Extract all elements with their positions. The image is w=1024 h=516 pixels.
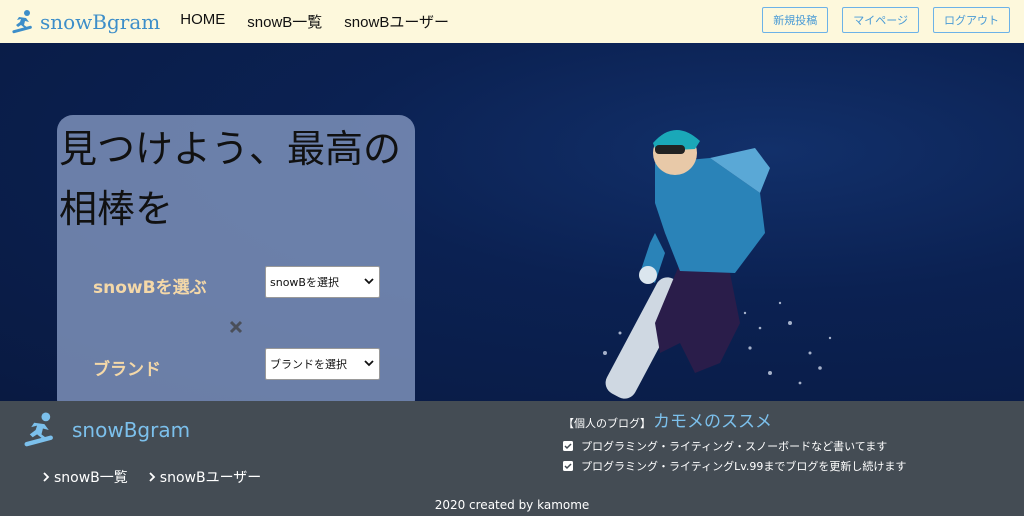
mypage-button[interactable]: マイページ	[842, 7, 919, 33]
list-item: プログラミング・ライティング・スノーボードなど書いてます	[563, 438, 906, 454]
blog-item-text: プログラミング・ライティングLv.99までブログを更新し続けます	[581, 460, 907, 473]
nav-home[interactable]: HOME	[180, 11, 225, 32]
brand-select-value: ブランドを選択	[270, 358, 347, 371]
chevron-down-icon	[364, 278, 374, 285]
check-square-icon	[563, 461, 573, 471]
footer-link-snowb-users[interactable]: snowBユーザー	[148, 467, 262, 487]
cross-icon	[229, 320, 243, 334]
brand-label: ブランド	[93, 360, 161, 380]
header: snowBgram HOME snowB一覧 snowBユーザー 新規投稿 マイ…	[0, 0, 1024, 43]
footer-link-label: snowB一覧	[54, 470, 128, 486]
footer-brand[interactable]: snowBgram	[20, 411, 190, 449]
blog-prefix: 【個人のブログ】	[563, 417, 651, 430]
footer-link-label: snowBユーザー	[159, 470, 262, 486]
snowboarder-icon	[24, 412, 53, 447]
snowb-select[interactable]: snowBを選択	[265, 266, 380, 298]
brand-name: snowBgram	[40, 9, 161, 34]
snowboarder-photo	[603, 129, 832, 399]
blog-section: 【個人のブログ】 カモメのススメ プログラミング・ライティング・スノーボードなど…	[563, 407, 906, 478]
blog-heading: 【個人のブログ】 カモメのススメ	[563, 407, 906, 432]
blog-link[interactable]: カモメのススメ	[653, 407, 772, 432]
check-square-icon	[563, 441, 573, 451]
hero-banner: 見つけよう、最高の相棒を snowBを選ぶ snowBを選択 ブランド ブランド…	[0, 43, 1024, 401]
search-panel: 見つけよう、最高の相棒を snowBを選ぶ snowBを選択 ブランド ブランド…	[57, 115, 415, 401]
logout-button[interactable]: ログアウト	[933, 7, 1010, 33]
footer: snowBgram snowB一覧 snowBユーザー 【個人のブログ】 カモメ…	[0, 401, 1024, 516]
nav-snowb-list[interactable]: snowB一覧	[247, 11, 322, 32]
header-buttons: 新規投稿 マイページ ログアウト	[748, 7, 1010, 33]
blog-item-text: プログラミング・ライティング・スノーボードなど書いてます	[581, 440, 888, 453]
hero-title: 見つけよう、最高の相棒を	[59, 127, 402, 231]
new-post-button[interactable]: 新規投稿	[762, 7, 829, 33]
chevron-down-icon	[364, 360, 374, 367]
copyright: 2020 created by kamome	[434, 498, 590, 512]
snowb-label: snowBを選ぶ	[93, 278, 207, 298]
brand-select[interactable]: ブランドを選択	[265, 348, 380, 380]
footer-link-snowb-list[interactable]: snowB一覧	[42, 467, 128, 487]
chevron-right-icon	[43, 472, 50, 482]
footer-brand-name: snowBgram	[72, 418, 191, 442]
footer-links: snowB一覧 snowBユーザー	[42, 467, 281, 487]
brand-logo[interactable]: snowBgram	[10, 9, 160, 35]
main-nav: HOME snowB一覧 snowBユーザー	[180, 11, 471, 32]
list-item: プログラミング・ライティングLv.99までブログを更新し続けます	[563, 458, 906, 474]
nav-snowb-users[interactable]: snowBユーザー	[344, 11, 449, 32]
snowb-select-value: snowBを選択	[270, 276, 339, 289]
snowboarder-icon	[12, 9, 32, 33]
blog-list: プログラミング・ライティング・スノーボードなど書いてます プログラミング・ライテ…	[563, 438, 906, 474]
chevron-right-icon	[149, 472, 156, 482]
